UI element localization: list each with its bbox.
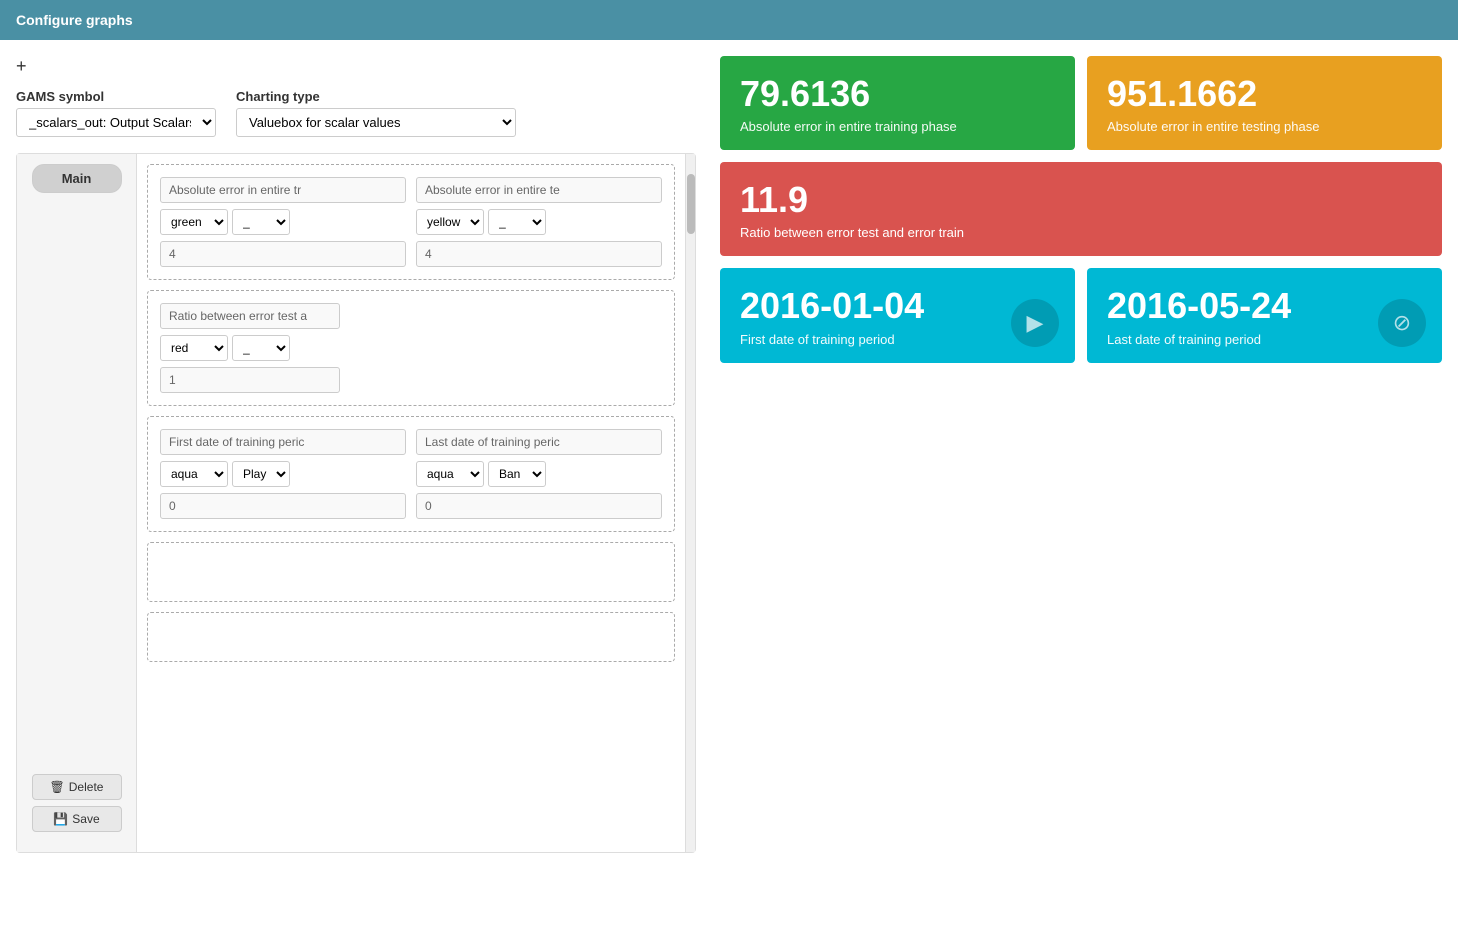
card-1-item-1-color-select[interactable]: green yellow red aqua — [160, 209, 228, 235]
card-1-item-2-color-select[interactable]: green yellow red aqua — [416, 209, 484, 235]
delete-label: Delete — [69, 780, 104, 794]
card-1-item-1-num[interactable] — [160, 241, 406, 267]
vb-ratio-label: Ratio between error test and error train — [740, 225, 1422, 240]
valuebox-row-2: 11.9 Ratio between error test and error … — [720, 162, 1442, 256]
valuebox-ratio: 11.9 Ratio between error test and error … — [720, 162, 1442, 256]
save-label: Save — [72, 812, 99, 826]
vb-training-error-label: Absolute error in entire training phase — [740, 119, 1055, 134]
sidebar: Main 🗑 Delete 💾 Save — [17, 154, 137, 852]
left-panel: + GAMS symbol _scalars_out: Output Scala… — [16, 56, 696, 924]
vb-testing-error-label: Absolute error in entire testing phase — [1107, 119, 1422, 134]
card-1-item-1: green yellow red aqua _ Play Ban — [160, 177, 406, 267]
main-tab-button[interactable]: Main — [32, 164, 122, 193]
card-3-items: green yellow red aqua _ Play Ban — [160, 429, 662, 519]
valuebox-testing-error: 951.1662 Absolute error in entire testin… — [1087, 56, 1442, 150]
card-2-item-1: green yellow red aqua _ Play Ban — [160, 303, 340, 393]
card-3-item-2-color-row: green yellow red aqua _ Play Ban — [416, 461, 662, 487]
chart-type-label: Charting type — [236, 89, 516, 104]
vb-first-date-label: First date of training period — [740, 332, 1055, 347]
valuebox-training-error: 79.6136 Absolute error in entire trainin… — [720, 56, 1075, 150]
card-1-item-2-title[interactable] — [416, 177, 662, 203]
vb-first-date-value: 2016-01-04 — [740, 284, 1055, 327]
card-1-item-2-num[interactable] — [416, 241, 662, 267]
add-button[interactable]: + — [16, 56, 27, 77]
delete-button[interactable]: 🗑 Delete — [32, 774, 122, 800]
right-panel: 79.6136 Absolute error in entire trainin… — [712, 56, 1442, 924]
vb-last-date-value: 2016-05-24 — [1107, 284, 1422, 327]
card-3-item-2-color-select[interactable]: green yellow red aqua — [416, 461, 484, 487]
scrollbar-track[interactable] — [685, 154, 695, 852]
valuebox-first-date: 2016-01-04 First date of training period… — [720, 268, 1075, 362]
title-bar: Configure graphs — [0, 0, 1458, 40]
scrollbar-thumb[interactable] — [687, 174, 695, 234]
chart-type-select[interactable]: Valuebox for scalar values — [236, 108, 516, 137]
card-1-item-1-color-row: green yellow red aqua _ Play Ban — [160, 209, 406, 235]
card-3-item-1-color-select[interactable]: green yellow red aqua — [160, 461, 228, 487]
card-2-item-1-title[interactable] — [160, 303, 340, 329]
card-1-item-2: green yellow red aqua _ Play Ban — [416, 177, 662, 267]
card-3-item-1-style-select[interactable]: _ Play Ban — [232, 461, 290, 487]
vb-training-error-value: 79.6136 — [740, 72, 1055, 115]
save-button[interactable]: 💾 Save — [32, 806, 122, 832]
ban-icon: ⊘ — [1378, 299, 1426, 347]
gams-symbol-select[interactable]: _scalars_out: Output Scalars — [16, 108, 216, 137]
chart-type-group: Charting type Valuebox for scalar values — [236, 89, 516, 137]
card-1-items: green yellow red aqua _ Play Ban — [160, 177, 662, 267]
card-2-item-1-num[interactable] — [160, 367, 340, 393]
vb-ratio-value: 11.9 — [740, 178, 1422, 221]
config-content-area: green yellow red aqua _ Play Ban — [137, 154, 685, 852]
card-3-item-2-num[interactable] — [416, 493, 662, 519]
card-1-item-2-style-select[interactable]: _ Play Ban — [488, 209, 546, 235]
card-3-item-1-num[interactable] — [160, 493, 406, 519]
card-1-item-1-style-select[interactable]: _ Play Ban — [232, 209, 290, 235]
sidebar-actions: 🗑 Delete 💾 Save — [27, 774, 126, 842]
config-card-1: green yellow red aqua _ Play Ban — [147, 164, 675, 280]
card-3-item-1-color-row: green yellow red aqua _ Play Ban — [160, 461, 406, 487]
valuebox-row-3: 2016-01-04 First date of training period… — [720, 268, 1442, 362]
card-3-item-2: green yellow red aqua _ Play Ban — [416, 429, 662, 519]
config-card-4 — [147, 542, 675, 602]
controls-row: GAMS symbol _scalars_out: Output Scalars… — [16, 89, 696, 137]
card-1-item-1-title[interactable] — [160, 177, 406, 203]
card-2-items: green yellow red aqua _ Play Ban — [160, 303, 662, 393]
config-card-5 — [147, 612, 675, 662]
config-card-2: green yellow red aqua _ Play Ban — [147, 290, 675, 406]
card-2-item-1-color-row: green yellow red aqua _ Play Ban — [160, 335, 340, 361]
card-3-item-2-style-select[interactable]: _ Play Ban — [488, 461, 546, 487]
play-icon: ▶ — [1011, 299, 1059, 347]
valuebox-row-1: 79.6136 Absolute error in entire trainin… — [720, 56, 1442, 150]
app-title: Configure graphs — [16, 12, 133, 28]
middle-area: Main 🗑 Delete 💾 Save — [16, 153, 696, 853]
card-3-item-2-title[interactable] — [416, 429, 662, 455]
card-3-item-1-title[interactable] — [160, 429, 406, 455]
gams-symbol-label: GAMS symbol — [16, 89, 216, 104]
trash-icon: 🗑 — [50, 780, 65, 794]
card-3-item-1: green yellow red aqua _ Play Ban — [160, 429, 406, 519]
valuebox-last-date: 2016-05-24 Last date of training period … — [1087, 268, 1442, 362]
card-1-item-2-color-row: green yellow red aqua _ Play Ban — [416, 209, 662, 235]
main-content: + GAMS symbol _scalars_out: Output Scala… — [0, 40, 1458, 940]
config-card-3: green yellow red aqua _ Play Ban — [147, 416, 675, 532]
vb-last-date-label: Last date of training period — [1107, 332, 1422, 347]
gams-symbol-group: GAMS symbol _scalars_out: Output Scalars — [16, 89, 216, 137]
card-2-item-1-style-select[interactable]: _ Play Ban — [232, 335, 290, 361]
vb-testing-error-value: 951.1662 — [1107, 72, 1422, 115]
save-icon: 💾 — [53, 812, 68, 826]
card-2-item-1-color-select[interactable]: green yellow red aqua — [160, 335, 228, 361]
